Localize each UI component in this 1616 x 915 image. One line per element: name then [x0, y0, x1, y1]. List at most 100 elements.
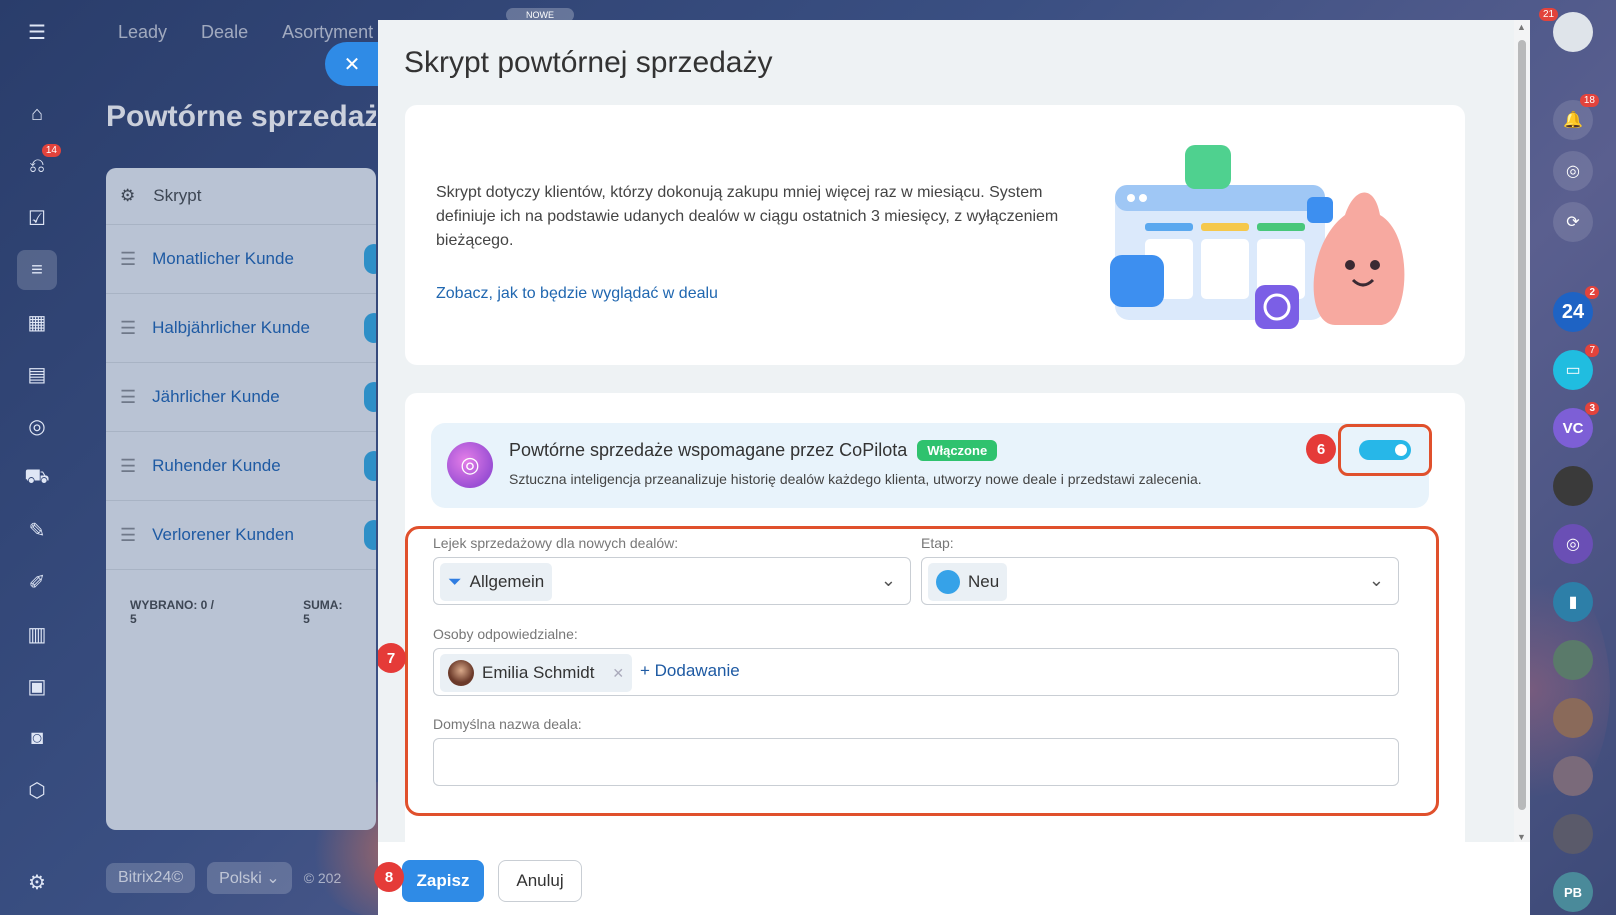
illustration	[1110, 145, 1405, 329]
close-button[interactable]: ✕	[325, 42, 379, 86]
left-sidebar: ☰ ⌂ ⎌ 14 ☑ ≡ ▦ ▤ ◎ ⛟ ✎ ✐ ▥ ▣ ◙ ⬡ ⚙	[0, 0, 74, 915]
home-icon[interactable]: ⌂	[17, 94, 57, 134]
list-item-label[interactable]: Jährlicher Kunde	[152, 387, 280, 407]
column-header: Skrypt	[153, 186, 202, 205]
page-title: Powtórne sprzedaż	[106, 100, 376, 133]
slider-footer: Zapisz Anuluj 8	[374, 842, 1530, 915]
nav-assortment[interactable]: Asortyment	[282, 22, 373, 43]
checkbox-icon[interactable]: ☑	[17, 198, 57, 238]
notification-badge: 3	[1585, 402, 1599, 415]
status-indicator	[364, 451, 376, 481]
stage-value: Neu	[968, 572, 1000, 591]
robot-icon[interactable]: ◙	[17, 718, 57, 758]
cancel-button[interactable]: Anuluj	[498, 860, 582, 902]
list-item-label[interactable]: Monatlicher Kunde	[152, 249, 294, 269]
add-user-button[interactable]: + Dodawanie	[640, 661, 740, 681]
notification-badge: 18	[1579, 94, 1599, 107]
status-badge: Włączone	[917, 440, 998, 461]
sync-chat-icon[interactable]: ⟳	[1553, 202, 1593, 242]
doc-sign-icon[interactable]: ✎	[17, 510, 57, 550]
save-button[interactable]: Zapisz	[402, 860, 484, 902]
total-count: SUMA: 5	[303, 598, 343, 626]
avatar[interactable]	[1553, 466, 1593, 506]
box-icon[interactable]: ⬡	[17, 770, 57, 810]
info-card: Skrypt dotyczy klientów, którzy dokonują…	[405, 105, 1465, 365]
list-item[interactable]: ☰ Verlorener Kunden	[106, 501, 376, 570]
gear-icon[interactable]: ⚙	[120, 186, 135, 206]
avatar[interactable]	[1553, 640, 1593, 680]
stage-chip: Neu	[928, 563, 1008, 601]
remove-icon[interactable]: ✕	[612, 665, 624, 682]
scroll-thumb[interactable]	[1518, 40, 1526, 810]
copilot-icon: ◎	[447, 442, 493, 488]
chat-icon[interactable]: ▭ 7	[1553, 344, 1599, 390]
preview-link[interactable]: Zobacz, jak to będzie wyglądać w dealu	[436, 285, 718, 303]
drag-handle-icon[interactable]: ☰	[120, 525, 136, 546]
pipeline-select[interactable]: ⏷ Allgemein ⌄	[433, 557, 911, 605]
copilot-icon[interactable]: ◎	[1553, 524, 1593, 564]
drag-handle-icon[interactable]: ☰	[120, 318, 136, 339]
list-item-label[interactable]: Halbjährlicher Kunde	[152, 318, 310, 338]
bitrix24-icon[interactable]: 24 2	[1553, 286, 1599, 332]
list-item[interactable]: ☰ Jährlicher Kunde	[106, 363, 376, 432]
vc-icon[interactable]: VC 3	[1553, 402, 1599, 448]
brand-logo[interactable]: Bitrix24©	[106, 863, 196, 893]
chevron-down-icon: ⌄	[880, 570, 896, 590]
language-select[interactable]: Polski ⌄	[207, 862, 292, 894]
list-item-label[interactable]: Ruhender Kunde	[152, 456, 281, 476]
pipeline-chip: ⏷ Allgemein	[440, 563, 553, 601]
deal-name-input[interactable]	[433, 738, 1399, 786]
drag-handle-icon[interactable]: ☰	[120, 249, 136, 270]
scripts-list: ⚙ Skrypt ☰ Monatlicher Kunde ☰ Halbjährlic…	[106, 168, 376, 830]
vc-label: VC	[1562, 419, 1584, 437]
menu-icon[interactable]: ☰	[17, 12, 57, 52]
avatar[interactable]	[1553, 698, 1593, 738]
list-item[interactable]: ☰ Halbjährlicher Kunde	[106, 294, 376, 363]
form-highlight: Lejek sprzedażowy dla nowych dealów: ⏷ Al…	[405, 526, 1439, 816]
avatar[interactable]: 21	[1539, 8, 1593, 52]
chevron-down-icon: ⌄	[1368, 570, 1384, 590]
list-item[interactable]: ☰ Ruhender Kunde	[106, 432, 376, 501]
funnel-icon[interactable]: ≡	[17, 250, 57, 290]
drag-handle-icon[interactable]: ☰	[120, 387, 136, 408]
user-name: Emilia Schmidt	[482, 663, 595, 682]
scrollbar[interactable]: ▲ ▼	[1514, 20, 1530, 850]
copilot-toggle[interactable]	[1359, 440, 1411, 460]
stage-color-dot	[936, 570, 960, 594]
avatar	[448, 660, 474, 686]
list-item[interactable]: ☰ Monatlicher Kunde	[106, 225, 376, 294]
copilot-title: Powtórne sprzedaże wspomagane przez CoPi…	[509, 440, 908, 460]
right-sidebar: 21 🔔 18 ◎ ⟳ 24 2 ▭ 7 VC 3 ◎ ▮ PB	[1530, 0, 1616, 915]
cart-icon[interactable]: ⛟	[17, 458, 57, 498]
calendar-icon[interactable]: ▦	[17, 302, 57, 342]
deal-name-label: Domyślna nazwa deala:	[433, 716, 582, 732]
step-marker: 8	[374, 862, 404, 892]
copilot-icon[interactable]: ◎	[1553, 151, 1593, 191]
scroll-down-icon[interactable]: ▼	[1517, 832, 1526, 842]
card-icon[interactable]: ▣	[17, 666, 57, 706]
pb-label: PB	[1563, 884, 1583, 900]
chart-icon[interactable]: ▥	[17, 614, 57, 654]
store-icon[interactable]: ▤	[17, 354, 57, 394]
bookmark-icon[interactable]: ▮	[1553, 582, 1593, 622]
status-indicator	[364, 244, 376, 274]
responsible-field[interactable]: Emilia Schmidt ✕ + Dodawanie	[433, 648, 1399, 696]
drag-handle-icon[interactable]: ☰	[120, 456, 136, 477]
bottom-bar: Bitrix24© Polski ⌄ © 202	[106, 862, 341, 894]
scroll-up-icon[interactable]: ▲	[1517, 22, 1526, 32]
avatar[interactable]	[1553, 756, 1593, 796]
target-icon[interactable]: ◎	[17, 406, 57, 446]
list-item-label[interactable]: Verlorener Kunden	[152, 525, 294, 545]
language-value: Polski	[219, 870, 262, 887]
notification-badge: 14	[41, 144, 61, 157]
settings-icon[interactable]: ⚙	[17, 862, 57, 902]
flow-icon[interactable]: ⎌ 14	[17, 144, 61, 186]
stage-select[interactable]: Neu ⌄	[921, 557, 1399, 605]
nav-leads[interactable]: Leady	[118, 22, 167, 43]
pb-icon[interactable]: PB	[1553, 872, 1593, 912]
avatar[interactable]	[1553, 814, 1593, 854]
pen-icon[interactable]: ✐	[17, 562, 57, 602]
nav-deals[interactable]: Deale	[201, 22, 248, 43]
user-chip: Emilia Schmidt ✕	[440, 654, 633, 692]
bell-icon[interactable]: 🔔 18	[1553, 94, 1599, 140]
